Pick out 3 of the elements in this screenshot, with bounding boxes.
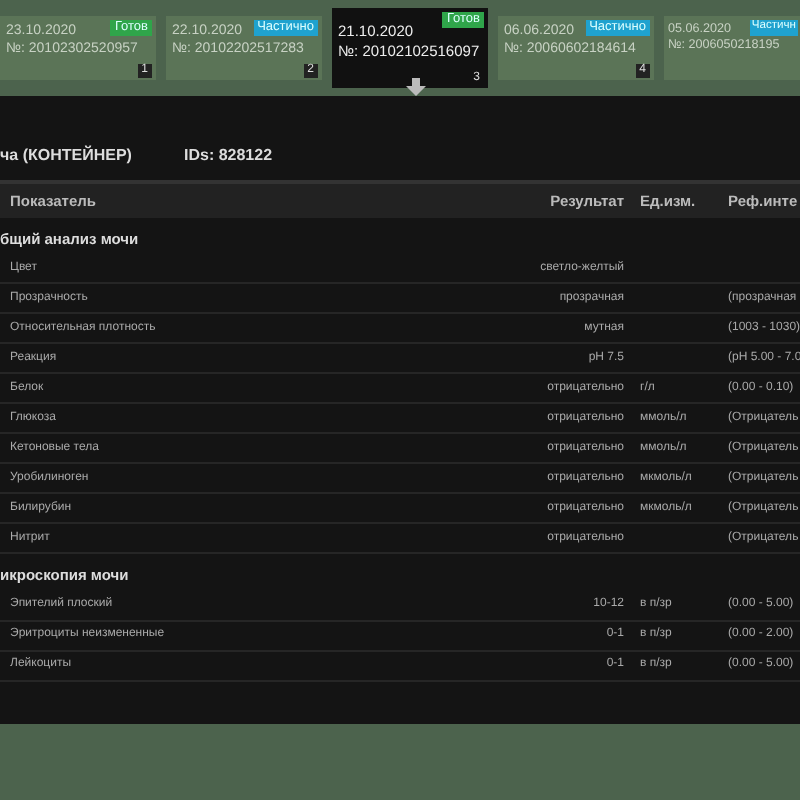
sample-ids: IDs: 828122 — [184, 144, 273, 168]
down-arrow-icon[interactable] — [406, 78, 426, 96]
sample-material: ча (КОНТЕЙНЕР) — [0, 144, 134, 168]
